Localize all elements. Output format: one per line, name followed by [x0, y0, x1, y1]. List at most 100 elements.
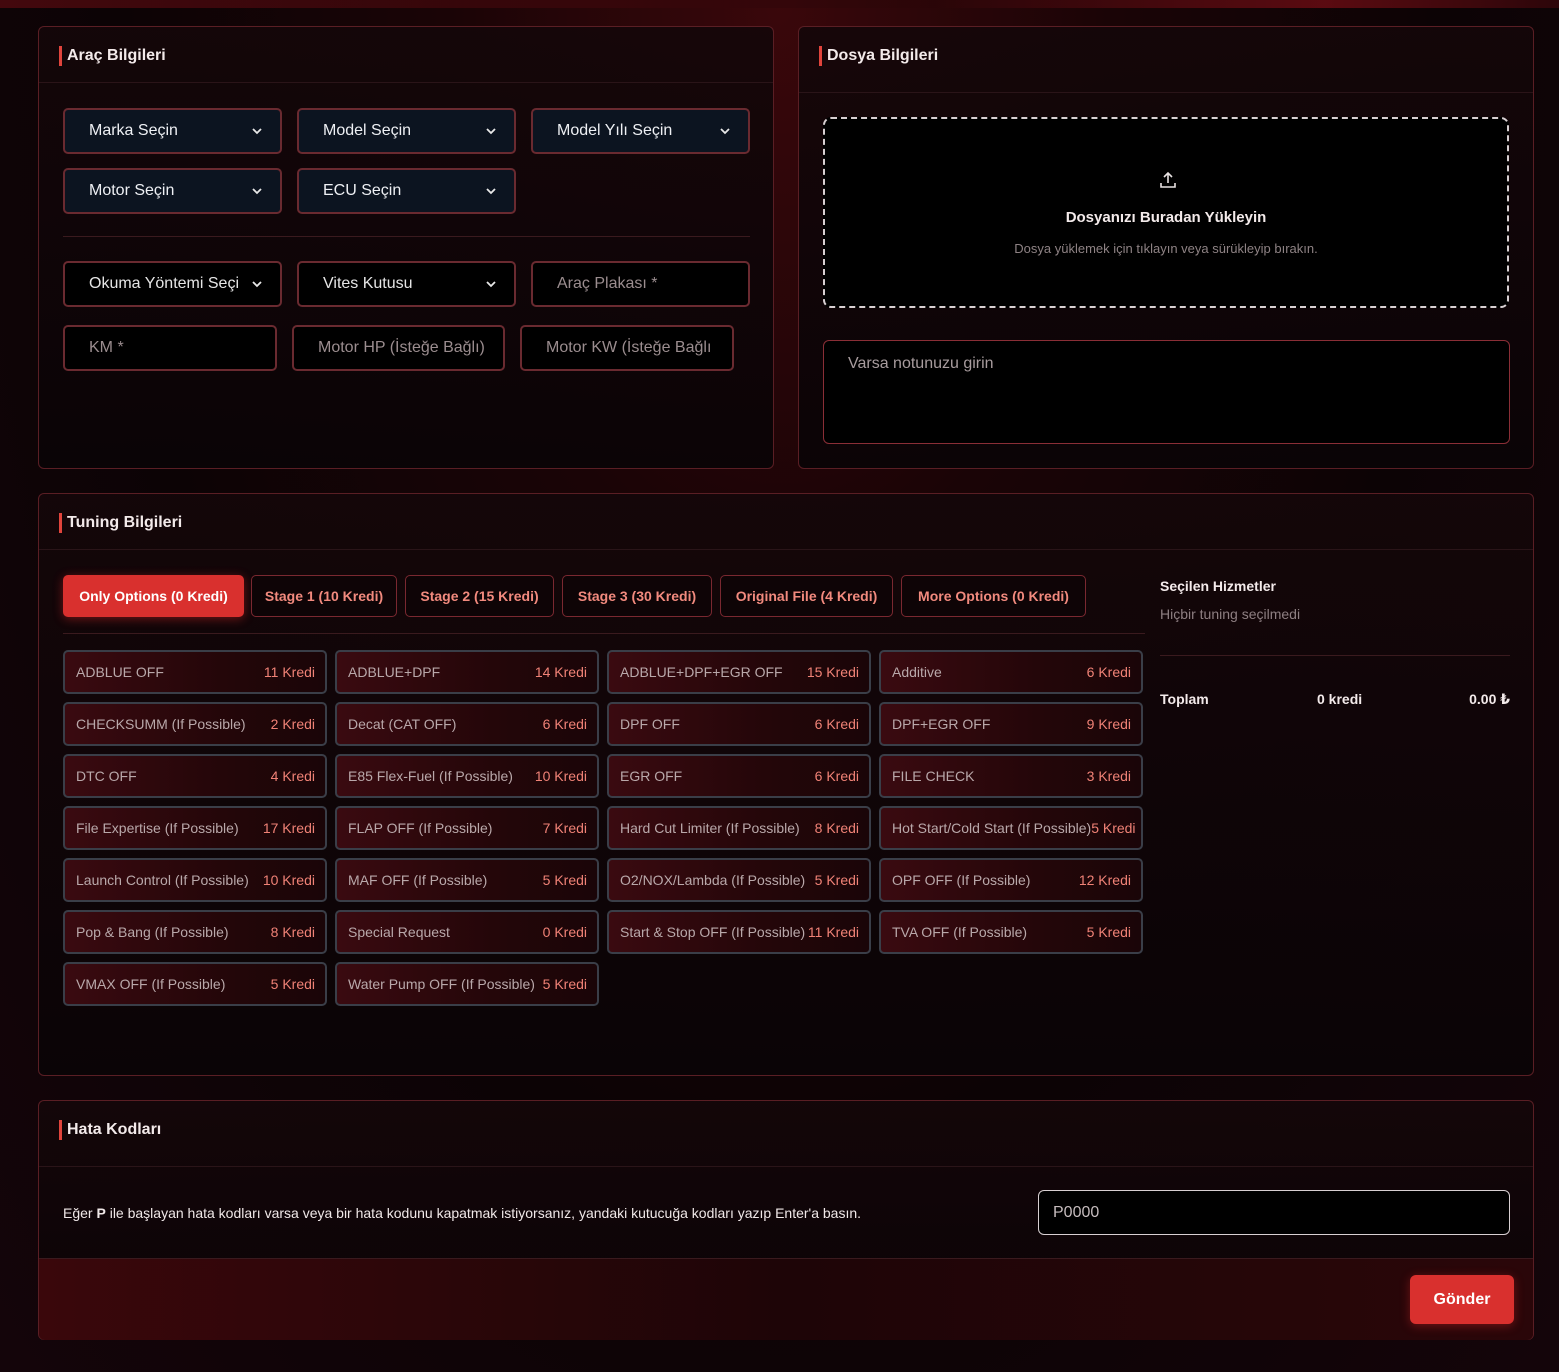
tuning-option-name: CHECKSUMM (If Possible) — [76, 716, 246, 732]
header-accent-bar — [59, 46, 62, 66]
tuning-option[interactable]: FILE CHECK 3 Kredi — [879, 754, 1143, 798]
chevron-down-icon — [252, 128, 262, 135]
engine-hp-input[interactable]: Motor HP (İsteğe Bağlı) — [292, 325, 505, 371]
tuning-option[interactable]: ADBLUE+DPF 14 Kredi — [335, 650, 599, 694]
tuning-option[interactable]: File Expertise (If Possible) 17 Kredi — [63, 806, 327, 850]
tuning-option[interactable]: MAF OFF (If Possible) 5 Kredi — [335, 858, 599, 902]
tuning-option-name: Hard Cut Limiter (If Possible) — [620, 820, 800, 836]
tuning-option[interactable]: Launch Control (If Possible) 10 Kredi — [63, 858, 327, 902]
description-prefix: Eğer — [63, 1205, 97, 1221]
error-code-input[interactable]: P0000 — [1038, 1190, 1510, 1235]
selected-services-title: Seçilen Hizmetler — [1160, 578, 1276, 594]
tuning-option-credit: 9 Kredi — [1086, 716, 1131, 732]
tuning-option[interactable]: FLAP OFF (If Possible) 7 Kredi — [335, 806, 599, 850]
tuning-option[interactable]: VMAX OFF (If Possible) 5 Kredi — [63, 962, 327, 1006]
error-code-placeholder: P0000 — [1053, 1203, 1100, 1221]
file-info-title: Dosya Bilgileri — [827, 47, 939, 64]
tuning-option-credit: 4 Kredi — [270, 768, 315, 784]
tuning-option[interactable]: ADBLUE OFF 11 Kredi — [63, 650, 327, 694]
tuning-option-name: DPF+EGR OFF — [892, 716, 991, 732]
tuning-option[interactable]: Special Request 0 Kredi — [335, 910, 599, 954]
tuning-option[interactable]: DTC OFF 4 Kredi — [63, 754, 327, 798]
top-glow — [0, 0, 1559, 8]
gearbox-select-label: Vites Kutusu — [323, 275, 413, 292]
total-credit: 0 kredi — [1317, 691, 1363, 707]
tuning-option-credit: 15 Kredi — [806, 664, 859, 680]
tuning-option-name: FILE CHECK — [892, 768, 975, 784]
header-accent-bar — [59, 513, 62, 533]
tuning-option-name: MAF OFF (If Possible) — [348, 872, 488, 888]
error-codes-panel: Hata Kodları Eğer P ile başlayan hata ko… — [38, 1100, 1534, 1340]
total-price: 0.00 ₺ — [1469, 691, 1510, 707]
tab-only-options[interactable]: Only Options (0 Kredi) — [63, 575, 244, 617]
tuning-option-name: Special Request — [348, 924, 450, 940]
tuning-option-name: EGR OFF — [620, 768, 683, 784]
header-accent-bar — [59, 1120, 62, 1140]
tuning-option[interactable]: EGR OFF 6 Kredi — [607, 754, 871, 798]
tuning-option-credit: 7 Kredi — [542, 820, 587, 836]
plate-input[interactable]: Araç Plakası * — [531, 261, 750, 307]
tab-stage-2[interactable]: Stage 2 (15 Kredi) — [405, 575, 554, 617]
upload-title: Dosyanızı Buradan Yükleyin — [1065, 209, 1267, 226]
tuning-option-name: FLAP OFF (If Possible) — [348, 820, 493, 836]
note-textarea[interactable]: Varsa notunuzu girin — [823, 340, 1510, 444]
chevron-down-icon — [486, 128, 496, 135]
tuning-option-name: DTC OFF — [76, 768, 137, 784]
tab-more-options[interactable]: More Options (0 Kredi) — [901, 575, 1086, 617]
plate-input-placeholder: Araç Plakası * — [557, 275, 658, 292]
model-select[interactable]: Model Seçin — [297, 108, 516, 154]
tuning-option-name: ADBLUE+DPF — [348, 664, 441, 680]
tuning-option[interactable]: Decat (CAT OFF) 6 Kredi — [335, 702, 599, 746]
tabs-divider — [63, 633, 1145, 634]
tuning-option[interactable]: Water Pump OFF (If Possible) 5 Kredi — [335, 962, 599, 1006]
tuning-option-name: File Expertise (If Possible) — [76, 820, 239, 836]
tab-stage-1[interactable]: Stage 1 (10 Kredi) — [251, 575, 397, 617]
tuning-option[interactable]: Additive 6 Kredi — [879, 650, 1143, 694]
tuning-option[interactable]: ADBLUE+DPF+EGR OFF 15 Kredi — [607, 650, 871, 694]
tuning-option[interactable]: DPF OFF 6 Kredi — [607, 702, 871, 746]
error-codes-header: Hata Kodları — [39, 1101, 1533, 1167]
tuning-option[interactable]: Pop & Bang (If Possible) 8 Kredi — [63, 910, 327, 954]
tuning-option-name: Water Pump OFF (If Possible) — [348, 976, 535, 992]
tuning-option-credit: 5 Kredi — [542, 976, 587, 992]
engine-select[interactable]: Motor Seçin — [63, 168, 282, 214]
tuning-option[interactable]: Hard Cut Limiter (If Possible) 8 Kredi — [607, 806, 871, 850]
tab-original-file[interactable]: Original File (4 Kredi) — [720, 575, 893, 617]
tuning-option[interactable]: O2/NOX/Lambda (If Possible) 5 Kredi — [607, 858, 871, 902]
model-year-select[interactable]: Model Yılı Seçin — [531, 108, 750, 154]
tuning-option[interactable]: DPF+EGR OFF 9 Kredi — [879, 702, 1143, 746]
note-placeholder: Varsa notunuzu girin — [848, 355, 994, 372]
submit-button[interactable]: Gönder — [1410, 1275, 1514, 1324]
chevron-down-icon — [486, 281, 496, 288]
file-upload-dropzone[interactable]: Dosyanızı Buradan Yükleyin Dosya yükleme… — [823, 117, 1509, 308]
ecu-select[interactable]: ECU Seçin — [297, 168, 516, 214]
brand-select[interactable]: Marka Seçin — [63, 108, 282, 154]
engine-kw-input-placeholder: Motor KW (İsteğe Bağlı — [546, 339, 712, 356]
tuning-option[interactable]: Start & Stop OFF (If Possible) 11 Kredi — [607, 910, 871, 954]
tuning-option-name: E85 Flex-Fuel (If Possible) — [348, 768, 513, 784]
tuning-option[interactable]: OPF OFF (If Possible) 12 Kredi — [879, 858, 1143, 902]
tuning-option-name: ADBLUE OFF — [76, 664, 164, 680]
tuning-option-name: TVA OFF (If Possible) — [892, 924, 1028, 940]
tuning-option[interactable]: CHECKSUMM (If Possible) 2 Kredi — [63, 702, 327, 746]
tuning-option-credit: 5 Kredi — [814, 872, 859, 888]
read-method-select[interactable]: Okuma Yöntemi Seçi — [63, 261, 282, 307]
tab-stage-3[interactable]: Stage 3 (30 Kredi) — [562, 575, 712, 617]
upload-icon — [1160, 171, 1176, 188]
tuning-option-name: Additive — [892, 664, 942, 680]
tuning-option-name: OPF OFF (If Possible) — [892, 872, 1031, 888]
error-codes-description: Eğer P ile başlayan hata kodları varsa v… — [63, 1205, 861, 1221]
tuning-option[interactable]: E85 Flex-Fuel (If Possible) 10 Kredi — [335, 754, 599, 798]
tuning-option-credit: 5 Kredi — [1091, 820, 1136, 836]
tuning-info-panel: Tuning Bilgileri Only Options (0 Kredi) … — [38, 493, 1534, 1076]
tuning-option-credit: 5 Kredi — [1086, 924, 1131, 940]
error-codes-title: Hata Kodları — [67, 1121, 162, 1138]
tuning-option[interactable]: Hot Start/Cold Start (If Possible) 5 Kred… — [879, 806, 1143, 850]
tuning-option-credit: 6 Kredi — [814, 716, 859, 732]
engine-kw-input[interactable]: Motor KW (İsteğe Bağlı — [520, 325, 734, 371]
tuning-option-credit: 3 Kredi — [1086, 768, 1131, 784]
gearbox-select[interactable]: Vites Kutusu — [297, 261, 516, 307]
chevron-down-icon — [252, 281, 262, 288]
tuning-option[interactable]: TVA OFF (If Possible) 5 Kredi — [879, 910, 1143, 954]
km-input[interactable]: KM * — [63, 325, 277, 371]
